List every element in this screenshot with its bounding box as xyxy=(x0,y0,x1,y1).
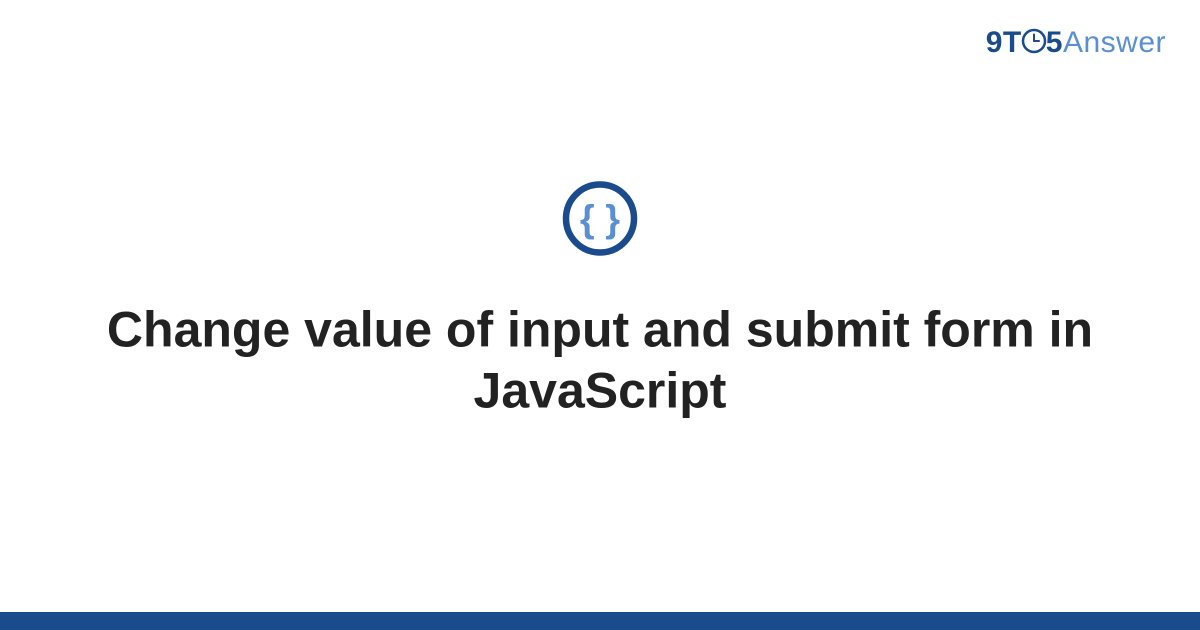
braces-icon: { } xyxy=(561,179,639,257)
page-title: Change value of input and submit form in… xyxy=(0,299,1200,421)
main-content: { } Change value of input and submit for… xyxy=(0,179,1200,421)
clock-icon xyxy=(1021,28,1047,62)
site-logo: 9T 5Answer xyxy=(986,26,1166,62)
logo-text-5: 5 xyxy=(1046,26,1063,59)
svg-text:{ }: { } xyxy=(580,198,620,240)
logo-text-9t: 9T xyxy=(986,26,1022,59)
logo-text-answer: Answer xyxy=(1063,26,1166,59)
footer-accent-bar xyxy=(0,612,1200,630)
